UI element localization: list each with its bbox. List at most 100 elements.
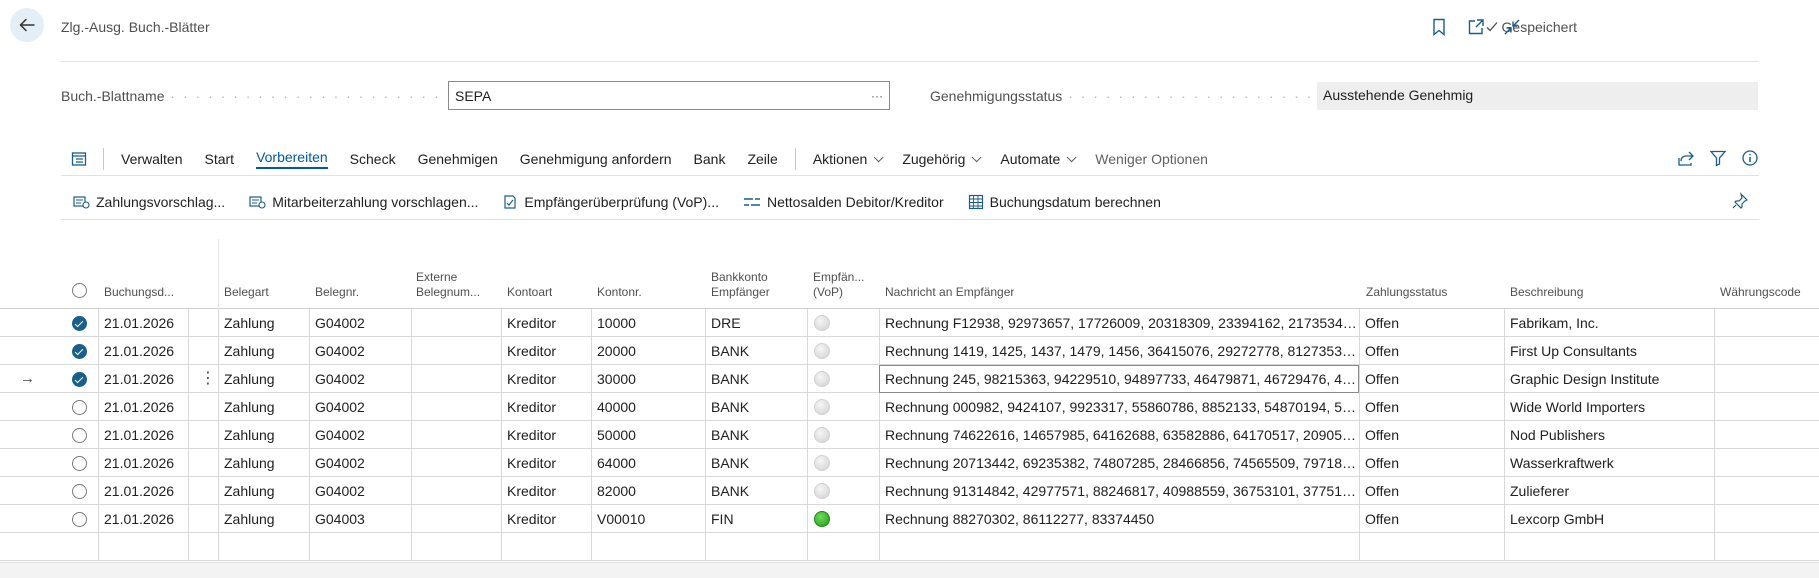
- external-document-no-cell[interactable]: [411, 393, 501, 421]
- posting-date-cell[interactable]: 21.01.2026: [98, 309, 188, 337]
- posting-date-cell[interactable]: 21.01.2026: [98, 477, 188, 505]
- currency-code-cell[interactable]: [1714, 505, 1819, 533]
- row-menu-cell[interactable]: [188, 421, 218, 449]
- filter-button[interactable]: [1709, 149, 1727, 170]
- posting-date-cell[interactable]: 21.01.2026: [98, 365, 188, 393]
- account-type-cell[interactable]: Kreditor: [501, 421, 591, 449]
- account-no-cell[interactable]: 30000: [591, 365, 705, 393]
- currency-code-cell[interactable]: [1714, 337, 1819, 365]
- col-recipient-bank-account[interactable]: Bankkonto Empfänger: [711, 270, 770, 300]
- row-menu-cell[interactable]: [188, 449, 218, 477]
- table-row[interactable]: 21.01.2026 Zahlung G04003 Kreditor V00010 FIN…: [0, 505, 1819, 533]
- account-no-cell[interactable]: 64000: [591, 449, 705, 477]
- empty-row[interactable]: [0, 533, 1819, 561]
- table-row[interactable]: 21.01.2026 Zahlung G04002 Kreditor 50000 BANK…: [0, 421, 1819, 449]
- empty-cell[interactable]: [188, 533, 218, 561]
- recipient-bank-account-cell[interactable]: FIN: [705, 505, 807, 533]
- description-cell[interactable]: Graphic Design Institute: [1504, 365, 1714, 393]
- empty-cell[interactable]: [591, 533, 705, 561]
- currency-code-cell[interactable]: [1714, 309, 1819, 337]
- message-to-recipient-cell[interactable]: Rechnung 88270302, 86112277, 83374450: [879, 505, 1359, 533]
- external-document-no-cell[interactable]: [411, 337, 501, 365]
- table-row[interactable]: 21.01.2026 Zahlung G04002 Kreditor 82000 BANK…: [0, 477, 1819, 505]
- info-button[interactable]: [1741, 149, 1759, 170]
- document-no-cell[interactable]: G04003: [309, 505, 411, 533]
- row-select-checkbox[interactable]: [72, 456, 87, 471]
- table-row[interactable]: 21.01.2026 Zahlung G04002 Kreditor 64000 BANK…: [0, 449, 1819, 477]
- empty-cell[interactable]: [411, 533, 501, 561]
- recipient-bank-account-cell[interactable]: BANK: [705, 421, 807, 449]
- document-type-cell[interactable]: Zahlung: [218, 309, 309, 337]
- posting-date-cell[interactable]: 21.01.2026: [98, 337, 188, 365]
- recipient-bank-account-cell[interactable]: BANK: [705, 449, 807, 477]
- table-row[interactable]: 21.01.2026 Zahlung G04002 Kreditor 20000 BANK…: [0, 337, 1819, 365]
- empty-cell[interactable]: [1714, 533, 1819, 561]
- tab-scheck[interactable]: Scheck: [339, 143, 407, 176]
- currency-code-cell[interactable]: [1714, 393, 1819, 421]
- currency-code-cell[interactable]: [1714, 365, 1819, 393]
- external-document-no-cell[interactable]: [411, 449, 501, 477]
- description-cell[interactable]: Lexcorp GmbH: [1504, 505, 1714, 533]
- row-select-checkbox[interactable]: [72, 484, 87, 499]
- verify-payee-button[interactable]: Empfängerüberprüfung (VoP)...: [490, 194, 731, 210]
- calculate-posting-date-button[interactable]: Buchungsdatum berechnen: [956, 194, 1173, 210]
- message-to-recipient-cell[interactable]: Rechnung 91314842, 42977571, 88246817, 4…: [879, 477, 1359, 505]
- row-menu-cell[interactable]: [188, 393, 218, 421]
- suggest-payments-button[interactable]: Zahlungsvorschlag...: [61, 194, 237, 210]
- document-no-cell[interactable]: G04002: [309, 309, 411, 337]
- account-no-cell[interactable]: 10000: [591, 309, 705, 337]
- col-message-to-recipient[interactable]: Nachricht an Empfänger: [885, 285, 1014, 300]
- tab-bank[interactable]: Bank: [683, 143, 737, 176]
- empty-cell[interactable]: [1359, 533, 1504, 561]
- posting-date-cell[interactable]: 21.01.2026: [98, 393, 188, 421]
- document-type-cell[interactable]: Zahlung: [218, 449, 309, 477]
- row-select-checkbox[interactable]: [72, 344, 87, 359]
- account-type-cell[interactable]: Kreditor: [501, 477, 591, 505]
- account-no-cell[interactable]: 40000: [591, 393, 705, 421]
- net-balances-button[interactable]: Nettosalden Debitor/Kreditor: [731, 194, 956, 210]
- row-select-checkbox[interactable]: [72, 512, 87, 527]
- document-type-cell[interactable]: Zahlung: [218, 505, 309, 533]
- recipient-bank-account-cell[interactable]: DRE: [705, 309, 807, 337]
- document-no-cell[interactable]: G04002: [309, 365, 411, 393]
- menu-automate[interactable]: Automate: [989, 143, 1084, 176]
- document-no-cell[interactable]: G04002: [309, 337, 411, 365]
- less-options-button[interactable]: Weniger Optionen: [1084, 143, 1219, 176]
- tab-verwalten[interactable]: Verwalten: [110, 143, 193, 176]
- account-no-cell[interactable]: 50000: [591, 421, 705, 449]
- payment-status-cell[interactable]: Offen: [1359, 337, 1504, 365]
- payment-status-cell[interactable]: Offen: [1359, 449, 1504, 477]
- account-no-cell[interactable]: 82000: [591, 477, 705, 505]
- payment-status-cell[interactable]: Offen: [1359, 365, 1504, 393]
- table-row[interactable]: 21.01.2026 Zahlung G04002 Kreditor 40000 BANK…: [0, 393, 1819, 421]
- col-account-type[interactable]: Kontoart: [507, 285, 552, 300]
- payment-status-cell[interactable]: Offen: [1359, 393, 1504, 421]
- suggest-employee-payments-button[interactable]: Mitarbeiterzahlung vorschlagen...: [237, 194, 490, 210]
- empty-cell[interactable]: [501, 533, 591, 561]
- account-type-cell[interactable]: Kreditor: [501, 337, 591, 365]
- currency-code-cell[interactable]: [1714, 449, 1819, 477]
- page-layout-button[interactable]: [61, 143, 97, 176]
- document-type-cell[interactable]: Zahlung: [218, 365, 309, 393]
- account-type-cell[interactable]: Kreditor: [501, 365, 591, 393]
- back-button[interactable]: [10, 8, 44, 42]
- document-no-cell[interactable]: G04002: [309, 449, 411, 477]
- col-vop[interactable]: Empfän... (VoP): [813, 270, 864, 300]
- recipient-bank-account-cell[interactable]: BANK: [705, 365, 807, 393]
- tab-vorbereiten[interactable]: Vorbereiten: [245, 143, 339, 176]
- col-description[interactable]: Beschreibung: [1510, 285, 1583, 300]
- document-no-cell[interactable]: G04002: [309, 477, 411, 505]
- message-to-recipient-cell[interactable]: Rechnung 20713442, 69235382, 74807285, 2…: [879, 449, 1359, 477]
- table-row[interactable]: 21.01.2026 Zahlung G04002 Kreditor 10000 DRE R…: [0, 309, 1819, 337]
- col-document-no[interactable]: Belegnr.: [315, 285, 359, 300]
- recipient-bank-account-cell[interactable]: BANK: [705, 337, 807, 365]
- pin-button[interactable]: [1731, 192, 1749, 213]
- tab-genehmigen[interactable]: Genehmigen: [407, 143, 509, 176]
- row-menu-cell[interactable]: [188, 337, 218, 365]
- document-no-cell[interactable]: G04002: [309, 393, 411, 421]
- payment-status-cell[interactable]: Offen: [1359, 421, 1504, 449]
- batch-name-input[interactable]: SEPA ···: [448, 81, 890, 110]
- external-document-no-cell[interactable]: [411, 421, 501, 449]
- row-menu-cell[interactable]: [188, 477, 218, 505]
- document-type-cell[interactable]: Zahlung: [218, 477, 309, 505]
